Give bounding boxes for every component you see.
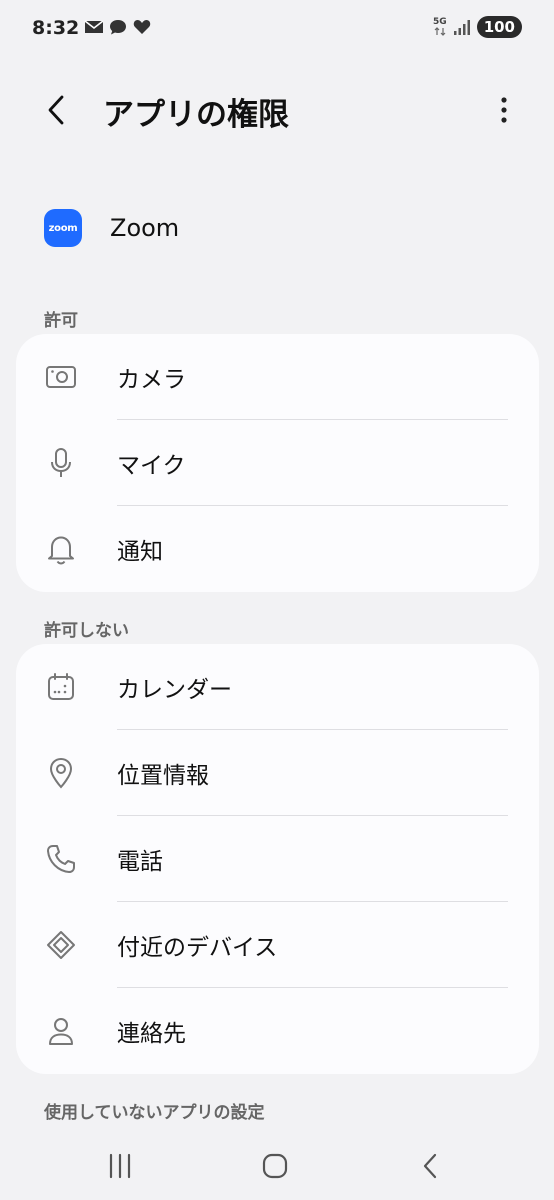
mic-icon bbox=[44, 447, 78, 479]
battery-indicator: 100 bbox=[476, 16, 522, 38]
permission-item-nearby-devices[interactable]: 付近のデバイス bbox=[16, 902, 539, 988]
permission-item-notifications[interactable]: 通知 bbox=[16, 506, 539, 592]
permission-label: カレンダー bbox=[117, 677, 232, 703]
signal-icon bbox=[453, 20, 470, 35]
home-button[interactable] bbox=[250, 1144, 300, 1188]
bell-icon bbox=[44, 533, 78, 565]
more-vertical-icon bbox=[501, 97, 507, 123]
network-type: 5G bbox=[433, 17, 447, 27]
mail-icon bbox=[84, 20, 104, 33]
permission-item-contacts[interactable]: 連絡先 bbox=[16, 988, 539, 1074]
permission-item-camera[interactable]: カメラ bbox=[16, 334, 539, 420]
recent-apps-button[interactable] bbox=[95, 1144, 145, 1188]
nav-back-icon bbox=[423, 1153, 437, 1179]
zoom-app-icon: zoom bbox=[44, 209, 82, 247]
permission-label: 電話 bbox=[117, 849, 163, 875]
allowed-permissions-card: カメラ マイク 通知 bbox=[16, 334, 539, 592]
allowed-section-label: 許可 bbox=[44, 311, 78, 331]
phone-icon bbox=[44, 843, 78, 875]
chat-bubble-icon bbox=[110, 20, 126, 35]
heart-icon bbox=[133, 20, 151, 34]
nav-back-button[interactable] bbox=[405, 1144, 455, 1188]
app-name: Zoom bbox=[110, 214, 180, 242]
page-title: アプリの権限 bbox=[103, 97, 289, 133]
permission-label: 位置情報 bbox=[117, 763, 209, 789]
more-options-button[interactable] bbox=[484, 90, 524, 130]
network-indicator: 5G bbox=[433, 18, 447, 36]
permission-item-microphone[interactable]: マイク bbox=[16, 420, 539, 506]
home-icon bbox=[262, 1153, 288, 1179]
denied-section-label: 許可しない bbox=[44, 621, 129, 641]
chevron-left-icon bbox=[48, 95, 64, 125]
camera-icon bbox=[44, 361, 78, 393]
back-button[interactable] bbox=[36, 90, 76, 130]
app-bar: アプリの権限 bbox=[0, 70, 554, 150]
calendar-icon bbox=[44, 671, 78, 703]
contacts-icon bbox=[44, 1015, 78, 1047]
app-info: zoom Zoom bbox=[44, 206, 179, 250]
permission-item-phone[interactable]: 電話 bbox=[16, 816, 539, 902]
status-bar: 8:32 5G 100 bbox=[0, 0, 554, 58]
navigation-bar bbox=[0, 1130, 554, 1200]
nearby-devices-icon bbox=[44, 929, 78, 961]
notification-icons bbox=[84, 18, 152, 36]
unused-app-settings-label: 使用していないアプリの設定 bbox=[44, 1103, 265, 1123]
permission-label: カメラ bbox=[117, 367, 186, 393]
data-arrows-icon bbox=[434, 27, 446, 36]
permission-label: 付近のデバイス bbox=[117, 935, 278, 961]
status-time: 8:32 bbox=[32, 17, 80, 39]
system-status-icons: 5G 100 bbox=[433, 16, 522, 38]
permission-label: 連絡先 bbox=[117, 1021, 186, 1047]
recent-apps-icon bbox=[109, 1153, 131, 1179]
permission-item-calendar[interactable]: カレンダー bbox=[16, 644, 539, 730]
location-icon bbox=[44, 757, 78, 789]
permission-item-location[interactable]: 位置情報 bbox=[16, 730, 539, 816]
permission-label: 通知 bbox=[117, 539, 163, 565]
permission-label: マイク bbox=[117, 453, 186, 479]
denied-permissions-card: カレンダー 位置情報 電話 付近のデバイス 連絡先 bbox=[16, 644, 539, 1074]
